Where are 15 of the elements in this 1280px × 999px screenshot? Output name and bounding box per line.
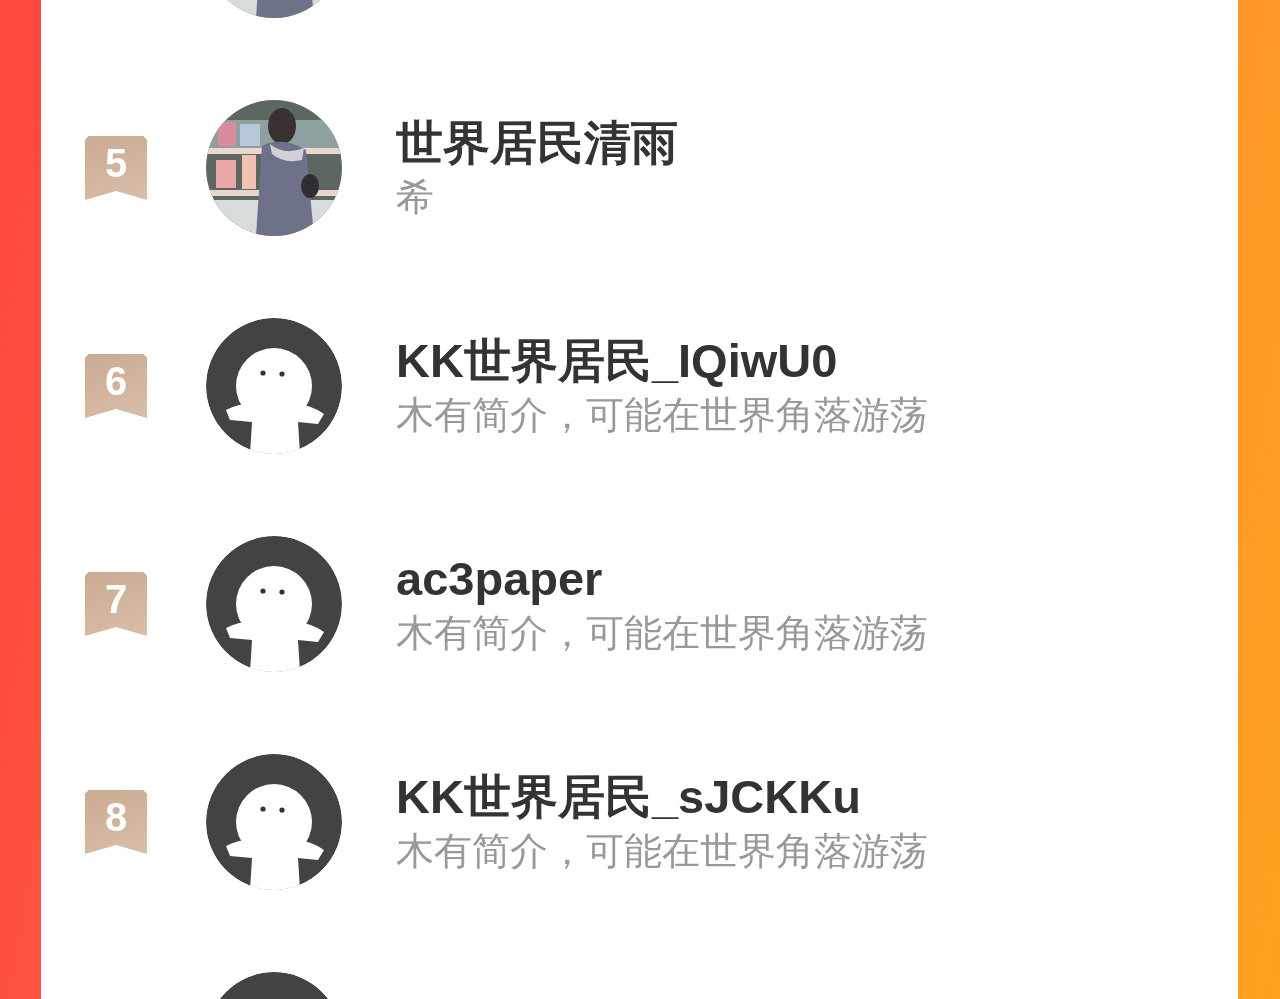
default-avatar-icon — [206, 318, 342, 454]
user-bio: 木有简介，可能在世界角落游荡 — [396, 393, 928, 438]
default-avatar-icon — [206, 536, 342, 672]
user-name[interactable]: KK世界居民_IQiwU0 — [396, 332, 928, 390]
rank-badge: 7 — [85, 572, 147, 636]
user-name[interactable]: 世界居民清雨 — [396, 114, 678, 172]
user-bio: 希 — [396, 175, 435, 220]
default-avatar-icon — [206, 754, 342, 890]
user-bio: 木有简介，可能在世界角落游荡 — [396, 829, 928, 874]
rank-badge: 5 — [85, 136, 147, 200]
user-name[interactable]: ac3paper — [396, 550, 928, 608]
user-bio: 木有简介，可能在世界角落游荡 — [396, 611, 928, 656]
rank-badge: 8 — [85, 790, 147, 854]
user-name[interactable]: KK世界居民_sJCKKu — [396, 768, 928, 826]
rank-badge: 6 — [85, 354, 147, 418]
